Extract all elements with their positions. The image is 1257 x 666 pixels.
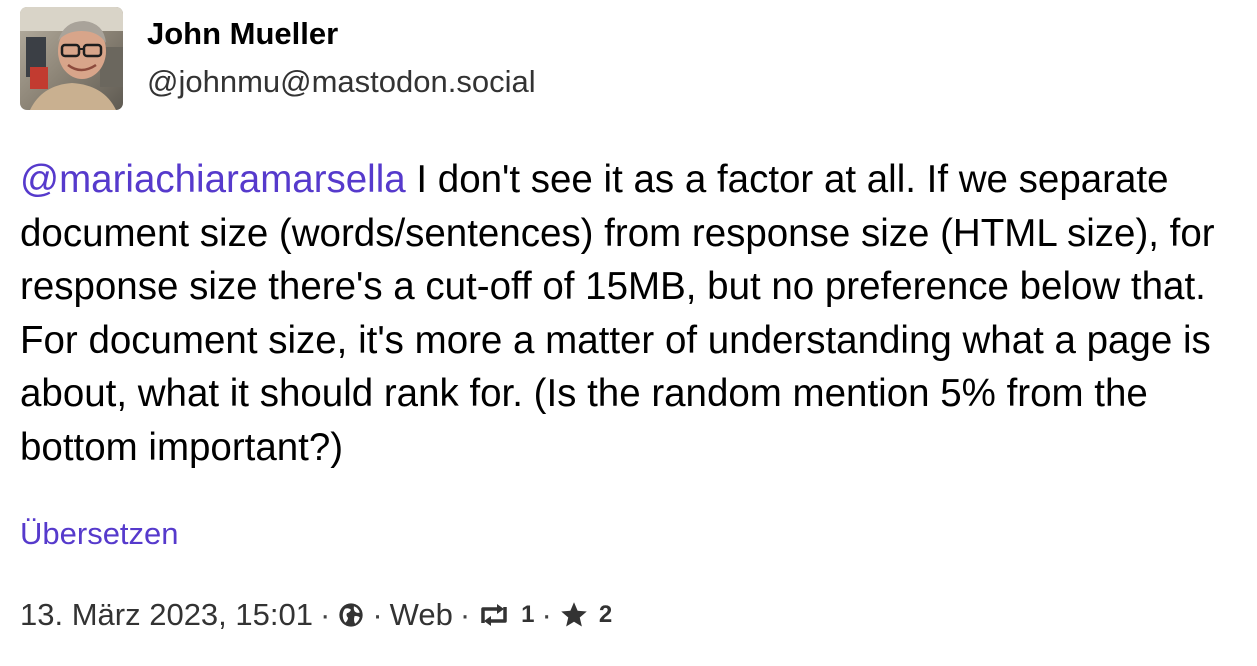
status-post: John Mueller @johnmu@mastodon.social @ma… [0,0,1257,666]
meta-separator: · [541,597,552,632]
avatar-photo [20,7,123,110]
globe-icon [337,601,365,629]
source-label: Web [389,597,453,632]
meta-separator: · [372,597,383,632]
timestamp-link[interactable]: 13. März 2023, 15:01 [20,597,313,633]
meta-separator: · [459,597,471,632]
account-handle[interactable]: @johnmu@mastodon.social [147,62,536,102]
mention-link[interactable]: @mariachiaramarsella [20,158,406,201]
display-name[interactable]: John Mueller [147,14,536,54]
translate-button[interactable]: Übersetzen [20,514,179,554]
meta-separator: · [319,597,331,632]
star-icon[interactable] [559,600,589,630]
status-content: @mariachiaramarsella I don't see it as a… [20,153,1240,474]
boost-count: 1 [521,601,535,628]
status-text: I don't see it as a factor at all. If we… [20,158,1215,469]
author-info[interactable]: John Mueller @johnmu@mastodon.social [147,14,536,102]
boost-icon[interactable] [477,601,511,629]
status-meta: 13. März 2023, 15:01 · · Web · 1 · 2 [20,595,612,635]
avatar[interactable] [20,7,123,110]
favourite-count: 2 [598,601,613,628]
